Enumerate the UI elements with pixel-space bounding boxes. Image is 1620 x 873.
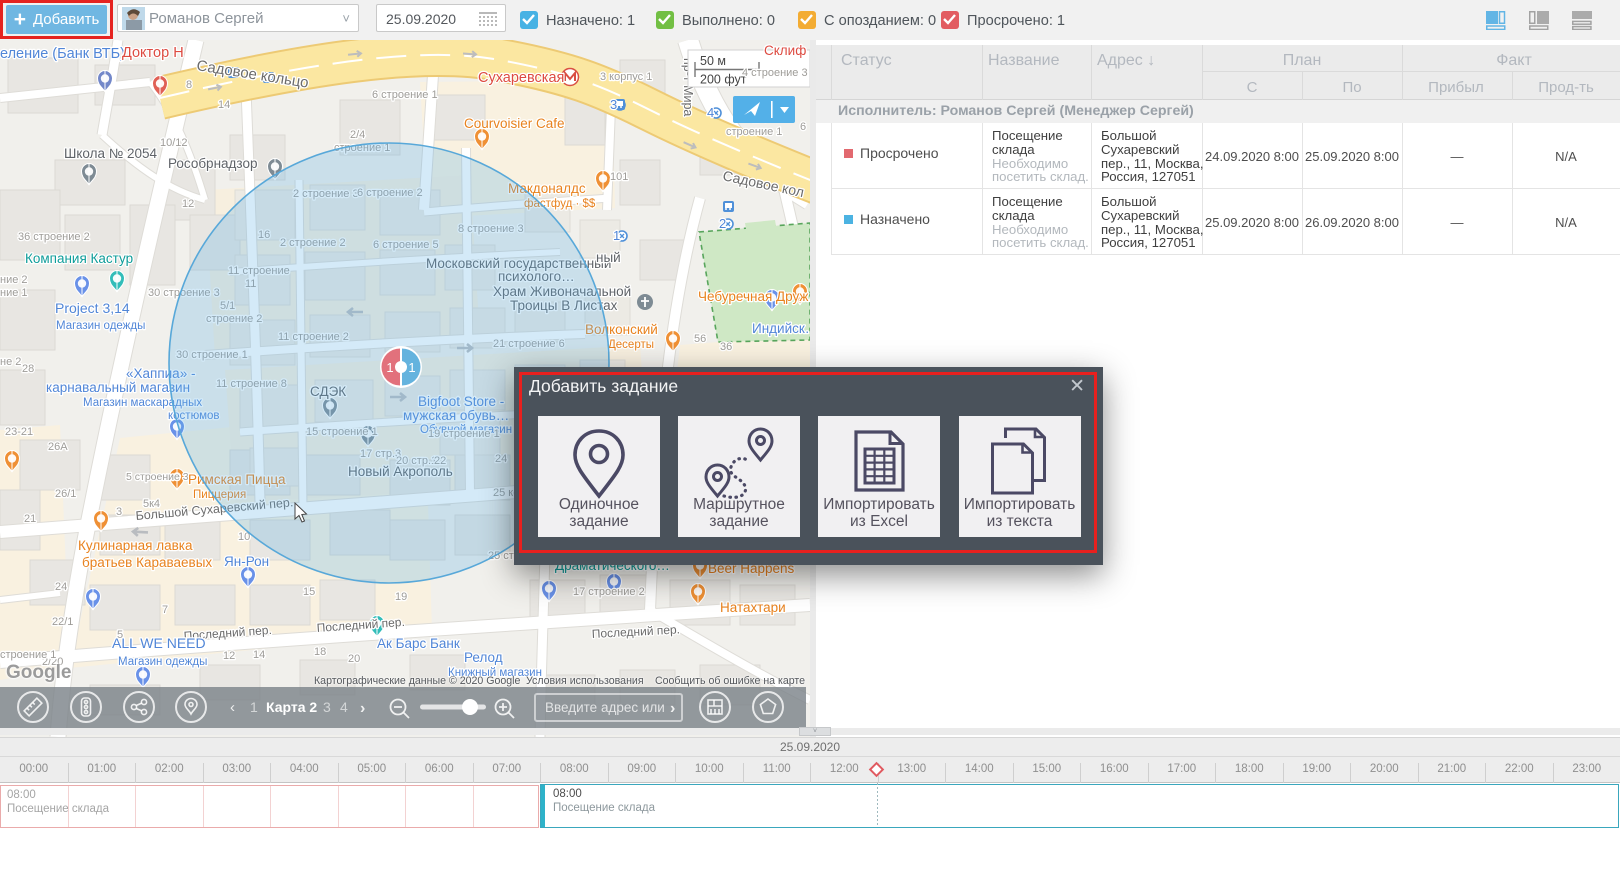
- svg-text:Карта 2: Карта 2: [266, 699, 317, 715]
- svg-text:Ян-Рон: Ян-Рон: [224, 554, 269, 569]
- svg-text:ние 2: ние 2: [0, 274, 28, 286]
- svg-text:Сухаревская: Сухаревская: [478, 70, 564, 86]
- svg-text:20: 20: [348, 653, 360, 665]
- svg-text:14: 14: [253, 649, 265, 661]
- svg-text:Натахтари: Натахтари: [720, 600, 786, 615]
- svg-text:Courvoisier Cafe: Courvoisier Cafe: [464, 116, 565, 131]
- svg-text:Индийск…: Индийск…: [752, 321, 810, 336]
- svg-text:2/4: 2/4: [350, 129, 365, 141]
- svg-text:›: ›: [360, 700, 365, 717]
- svg-text:Компания Кастур: Компания Кастур: [25, 251, 133, 266]
- svg-text:15: 15: [303, 586, 315, 598]
- svg-text:5 строение 3: 5 строение 3: [126, 471, 189, 483]
- svg-text:3 корпус 1: 3 корпус 1: [600, 71, 652, 83]
- svg-text:Кулинарная лавка: Кулинарная лавка: [78, 538, 193, 553]
- svg-text:36: 36: [720, 341, 732, 353]
- svg-text:Project 3,14: Project 3,14: [55, 300, 130, 316]
- svg-text:17 строение 2: 17 строение 2: [573, 586, 645, 598]
- svg-text:1: 1: [613, 228, 620, 243]
- svg-text:23-21: 23-21: [5, 426, 33, 438]
- svg-text:‹: ‹: [230, 699, 235, 716]
- svg-text:36 строение 2: 36 строение 2: [18, 231, 90, 243]
- svg-text:7: 7: [162, 604, 168, 616]
- svg-text:12: 12: [223, 650, 235, 662]
- svg-text:братьев Караваевых: братьев Караваевых: [82, 555, 212, 570]
- svg-text:Релод: Релод: [464, 650, 503, 665]
- svg-text:ный: ный: [596, 250, 621, 265]
- svg-text:50 м: 50 м: [700, 54, 726, 68]
- svg-text:1: 1: [408, 360, 415, 375]
- svg-text:2: 2: [719, 216, 726, 231]
- svg-text:3: 3: [323, 699, 331, 715]
- svg-text:21: 21: [24, 513, 36, 525]
- svg-text:14: 14: [218, 99, 230, 111]
- svg-text:1: 1: [250, 699, 258, 715]
- svg-text:28: 28: [22, 363, 34, 375]
- svg-text:Склиф: Склиф: [764, 43, 806, 58]
- svg-text:8: 8: [186, 79, 192, 91]
- svg-text:3: 3: [116, 506, 122, 518]
- svg-text:26/1: 26/1: [55, 488, 76, 500]
- svg-text:6: 6: [800, 121, 806, 133]
- svg-text:26A: 26A: [48, 441, 68, 453]
- svg-text:4 строение 3: 4 строение 3: [742, 67, 808, 79]
- svg-text:строение 1: строение 1: [726, 126, 782, 138]
- svg-text:Ак Барс Банк: Ак Барс Банк: [377, 636, 460, 651]
- svg-text:22/1: 22/1: [52, 616, 73, 628]
- svg-text:3: 3: [610, 97, 617, 112]
- svg-text:Введите адрес или: Введите адрес или: [545, 700, 665, 715]
- svg-text:Десерты: Десерты: [608, 339, 654, 351]
- svg-text:не 2: не 2: [0, 356, 21, 368]
- svg-text:19: 19: [395, 591, 407, 603]
- svg-text:Школа № 2054: Школа № 2054: [64, 146, 158, 161]
- svg-text:Чебуречная Друж…: Чебуречная Друж…: [698, 289, 810, 304]
- svg-text:карнавальный магазин: карнавальный магазин: [46, 380, 190, 395]
- svg-text:ALL WE NEED: ALL WE NEED: [112, 635, 206, 651]
- svg-text:10/12: 10/12: [160, 137, 188, 149]
- svg-text:Магазин одежды: Магазин одежды: [118, 656, 207, 668]
- svg-text:›: ›: [670, 700, 675, 717]
- svg-text:18: 18: [314, 646, 326, 658]
- svg-text:Доктор Н: Доктор Н: [122, 45, 184, 61]
- svg-text:12: 12: [182, 198, 194, 210]
- svg-text:еление (Банк ВТБ): еление (Банк ВТБ): [0, 46, 125, 62]
- svg-text:56: 56: [694, 333, 706, 345]
- svg-text:4: 4: [340, 699, 348, 715]
- svg-text:Рособрнадзор: Рособрнадзор: [168, 156, 257, 171]
- svg-text:200 фут: 200 фут: [700, 73, 747, 87]
- svg-text:Магазин одежды: Магазин одежды: [56, 320, 145, 332]
- svg-text:101: 101: [610, 171, 628, 183]
- svg-text:1: 1: [386, 360, 393, 375]
- svg-text:24: 24: [55, 581, 67, 593]
- svg-text:6 строение 1: 6 строение 1: [372, 89, 438, 101]
- svg-text:4: 4: [707, 105, 714, 120]
- svg-text:строение 1: строение 1: [0, 649, 56, 661]
- svg-text:ние 1: ние 1: [0, 287, 28, 299]
